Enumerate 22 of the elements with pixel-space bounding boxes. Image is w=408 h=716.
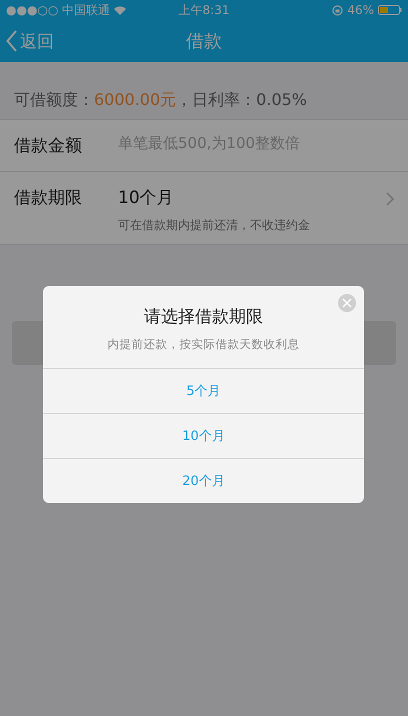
- carrier-label: ●●●○○ 中国联通: [6, 2, 110, 18]
- back-chevron-icon: [6, 30, 18, 52]
- chevron-icon: [386, 192, 394, 206]
- battery-percent: 46%: [347, 3, 374, 17]
- term-hint: 可在借款期内提前还清，不收违约金: [118, 217, 311, 234]
- page-title: 借款: [186, 30, 222, 53]
- term-option[interactable]: 10个月: [43, 413, 364, 458]
- quota-text: 可借额度：6000.00元，日利率：0.05%: [14, 90, 307, 109]
- rotation-lock-icon: [332, 4, 344, 16]
- term-value[interactable]: 10个月: [118, 186, 358, 209]
- field-label: 借款金额: [14, 135, 83, 157]
- field-label: 借款期限: [14, 187, 83, 209]
- dialog-title: 请选择借款期限: [144, 307, 263, 327]
- close-button[interactable]: [338, 294, 356, 312]
- clock-label: 上午8:31: [178, 2, 230, 18]
- term-option[interactable]: 20个月: [43, 458, 364, 503]
- dialog-subtitle: 内提前还款，按实际借款天数收利息: [108, 337, 300, 351]
- close-icon: [342, 298, 352, 308]
- term-option[interactable]: 5个月: [43, 368, 364, 413]
- back-button[interactable]: 返回: [0, 30, 60, 52]
- wifi-icon: [114, 6, 126, 14]
- battery-icon: [378, 5, 402, 15]
